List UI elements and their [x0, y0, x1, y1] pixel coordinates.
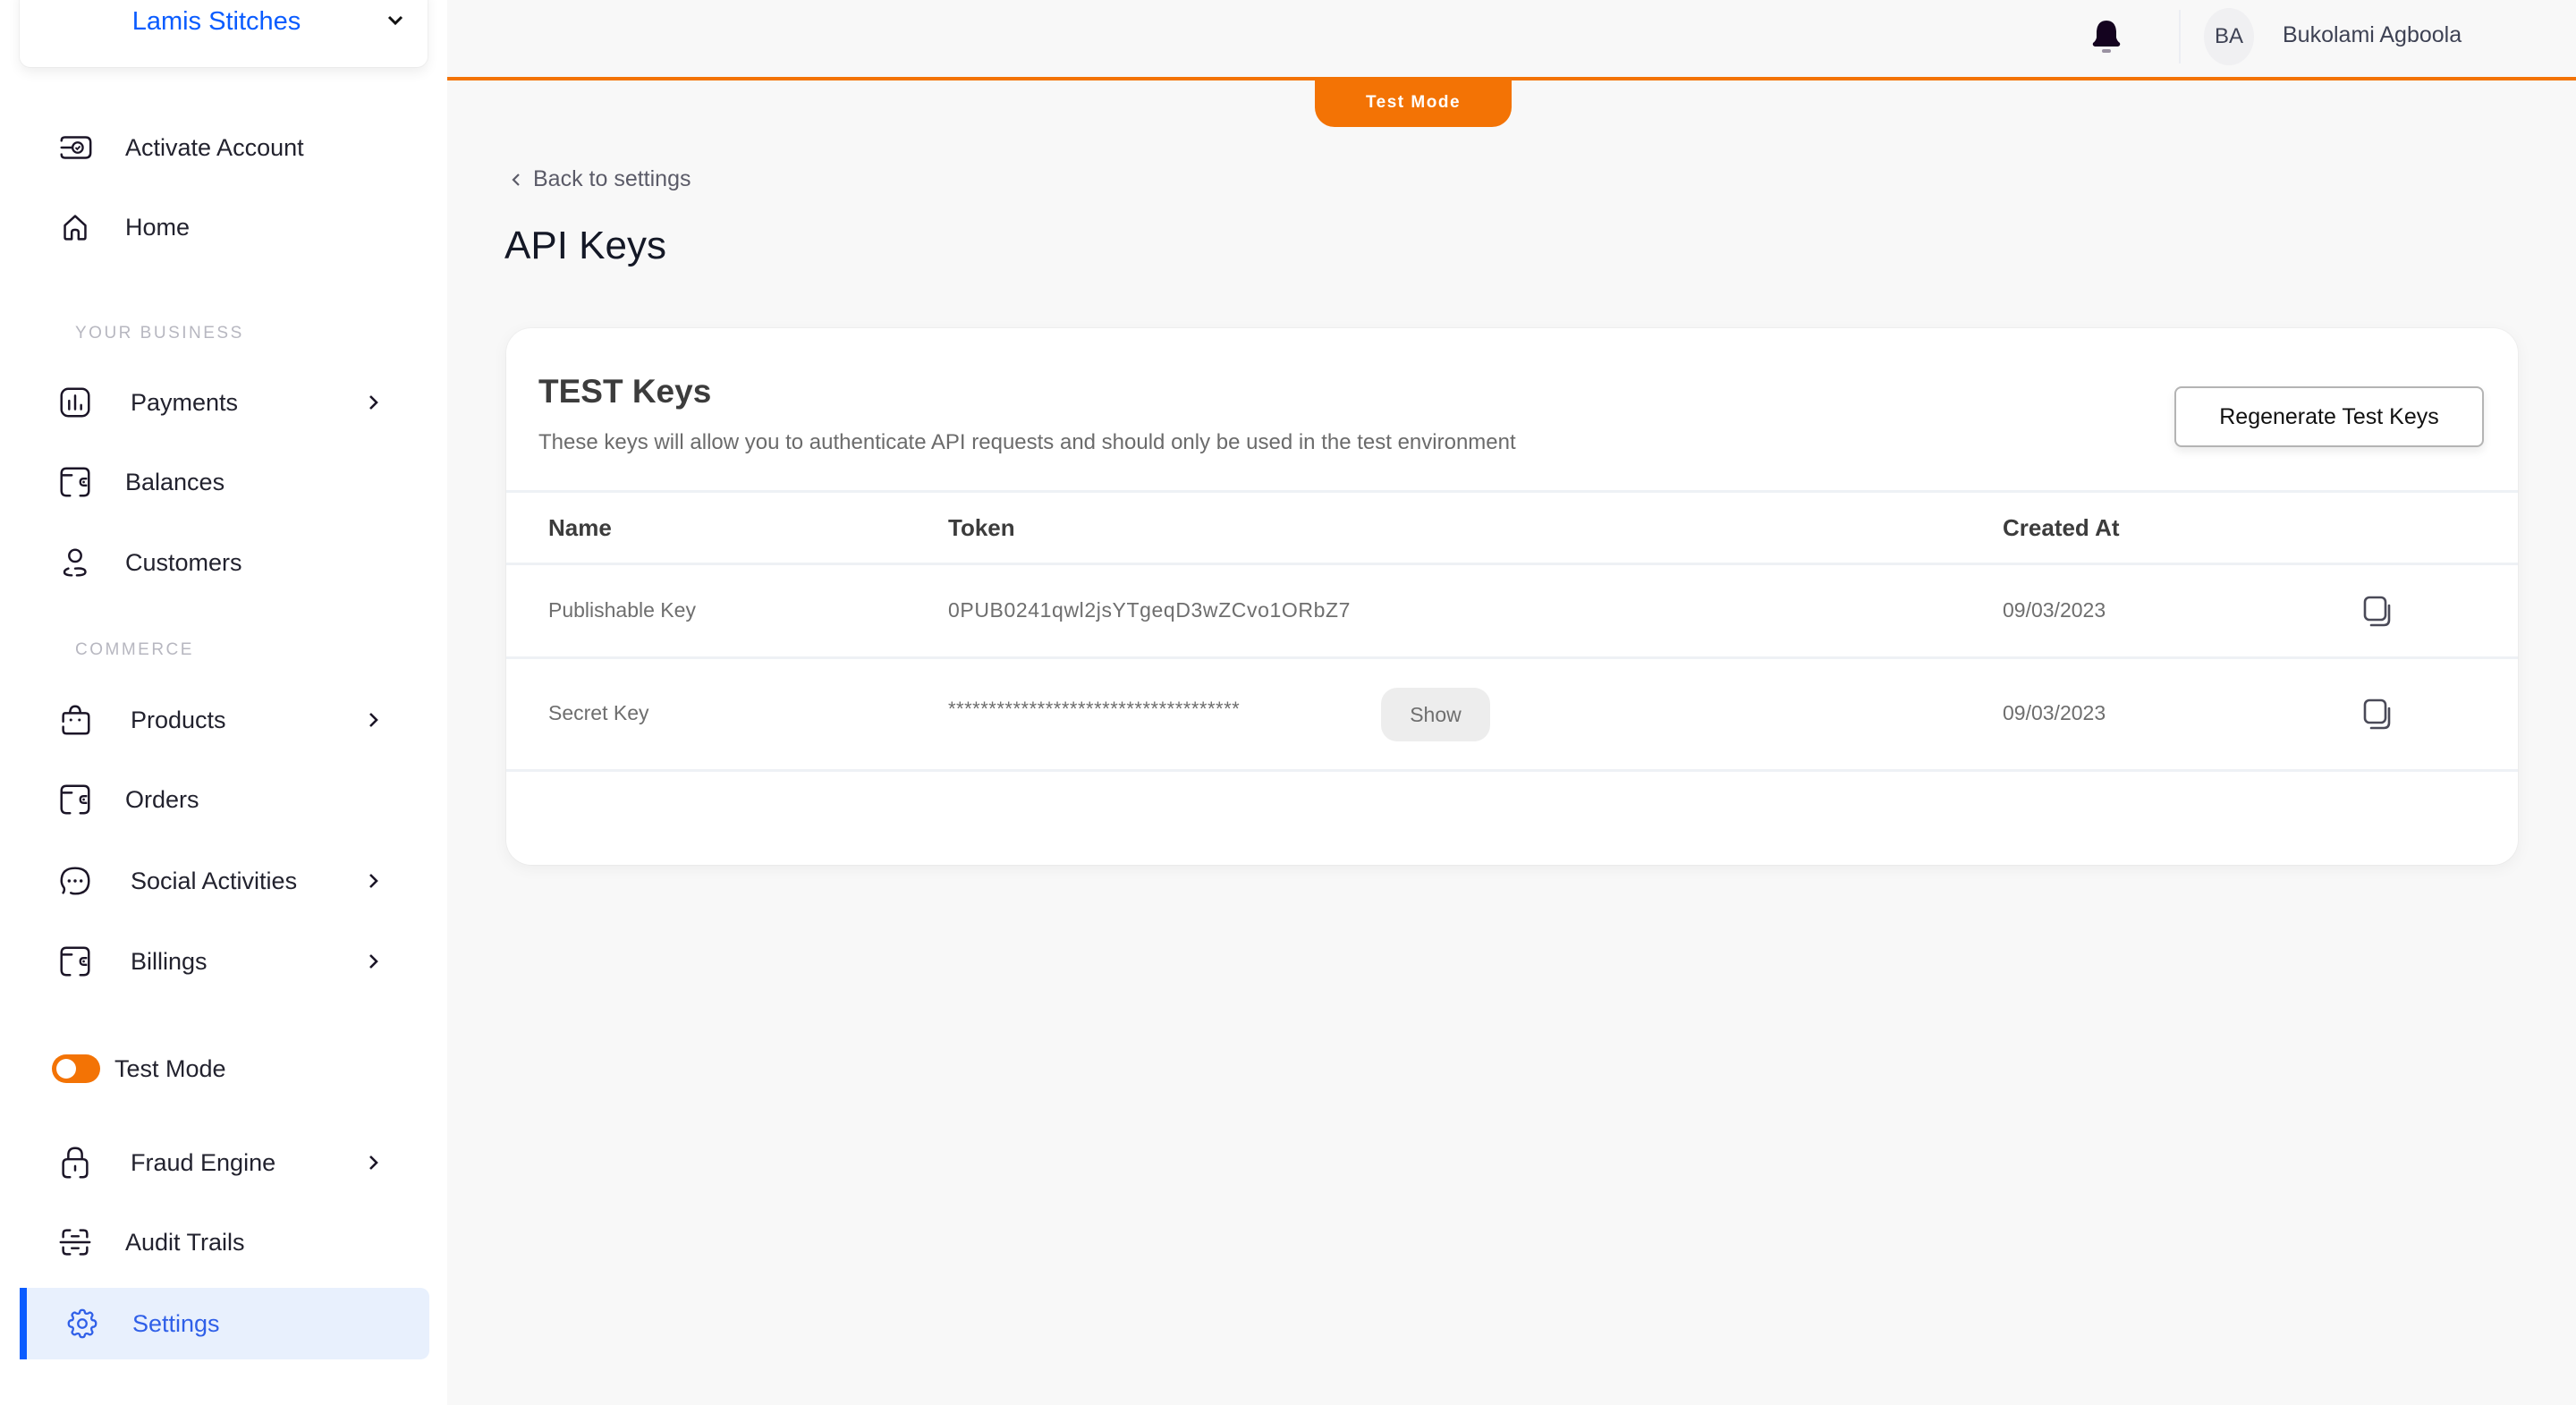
user-icon [55, 543, 95, 582]
sidebar-item-home[interactable]: Home [20, 191, 429, 263]
bell-icon[interactable] [2089, 18, 2124, 55]
sidebar-item-products[interactable]: Products [20, 684, 429, 756]
sidebar-item-balances[interactable]: Balances [20, 446, 429, 518]
home-icon [55, 207, 95, 247]
chevron-right-icon [369, 954, 378, 969]
chevron-right-icon [369, 874, 378, 888]
test-mode-label: Test Mode [114, 1054, 226, 1082]
chevron-right-icon [369, 395, 378, 410]
masked-key-token: ************************************ [948, 698, 1241, 720]
sidebar-item-billings[interactable]: Billings [20, 926, 429, 997]
sidebar-item-orders[interactable]: Orders [20, 764, 429, 835]
sidebar: Lamis Stitches Activate Account Home YOU… [0, 0, 447, 1405]
sidebar-item-label: Billings [131, 947, 208, 975]
chevron-right-icon [369, 713, 378, 727]
copy-icon[interactable] [2362, 698, 2393, 730]
chart-icon [55, 383, 95, 422]
shopping-bag-icon [55, 700, 95, 740]
sidebar-item-label: Balances [125, 468, 225, 495]
section-label-your-business: YOUR BUSINESS [75, 324, 244, 343]
key-name: Secret Key [548, 701, 649, 724]
chevron-right-icon [369, 1155, 378, 1170]
gear-icon [63, 1304, 102, 1343]
key-created-at: 09/03/2023 [2003, 598, 2106, 622]
sidebar-item-label: Orders [125, 785, 199, 813]
sidebar-item-activate-account[interactable]: Activate Account [20, 112, 429, 183]
lock-icon [55, 1143, 95, 1182]
sidebar-item-label: Products [131, 706, 226, 733]
sidebar-item-label: Social Activities [131, 867, 298, 894]
column-header-token: Token [948, 514, 1015, 541]
toggle-knob [56, 1059, 76, 1079]
sidebar-item-settings[interactable]: Settings [20, 1288, 429, 1359]
key-token: 0PUB0241qwl2jsYTgeqD3wZCvo1ORbZ7 [948, 598, 1352, 622]
section-label-commerce: COMMERCE [75, 640, 194, 659]
card-title: TEST Keys [538, 373, 712, 410]
sidebar-item-fraud-engine[interactable]: Fraud Engine [20, 1127, 429, 1198]
header-divider [2179, 10, 2181, 63]
page-title: API Keys [504, 224, 666, 267]
divider [506, 656, 2518, 659]
copy-icon[interactable] [2362, 595, 2393, 627]
back-to-settings-link[interactable]: Back to settings [510, 166, 691, 192]
sidebar-item-audit-trails[interactable]: Audit Trails [20, 1206, 429, 1278]
column-header-created-at: Created At [2003, 514, 2120, 541]
test-keys-card: TEST Keys These keys will allow you to a… [506, 328, 2518, 865]
chevron-down-icon [387, 15, 403, 26]
test-mode-indicator-line [447, 77, 2576, 80]
sidebar-item-payments[interactable]: Payments [20, 367, 429, 438]
wallet-icon [55, 780, 95, 819]
column-header-name: Name [548, 514, 612, 541]
sidebar-item-social-activities[interactable]: Social Activities [20, 845, 429, 917]
sidebar-item-label: Fraud Engine [131, 1148, 276, 1176]
sidebar-item-label: Payments [131, 388, 239, 416]
scan-icon [55, 1223, 95, 1262]
card-description: These keys will allow you to authenticat… [538, 430, 1516, 454]
sidebar-item-label: Customers [125, 548, 242, 576]
activate-account-icon [55, 128, 95, 167]
business-name: Lamis Stitches [131, 7, 301, 36]
business-switcher[interactable]: Lamis Stitches [20, 0, 428, 67]
show-secret-key-button[interactable]: Show [1381, 688, 1490, 741]
test-mode-toggle[interactable] [52, 1054, 100, 1083]
test-mode-badge: Test Mode [1315, 79, 1512, 127]
key-created-at: 09/03/2023 [2003, 701, 2106, 724]
sidebar-item-label: Audit Trails [125, 1228, 245, 1256]
back-link-label: Back to settings [533, 166, 691, 191]
test-mode-toggle-row: Test Mode [52, 1048, 226, 1089]
divider [506, 769, 2518, 772]
divider [506, 563, 2518, 565]
key-name: Publishable Key [548, 598, 696, 622]
top-bar [447, 0, 2576, 78]
divider [506, 490, 2518, 493]
user-name[interactable]: Bukolami Agboola [2283, 22, 2462, 48]
sidebar-item-label: Activate Account [125, 133, 304, 161]
chat-bubble-icon [55, 861, 95, 901]
regenerate-test-keys-button[interactable]: Regenerate Test Keys [2174, 386, 2484, 447]
wallet-icon [55, 942, 95, 981]
chevron-left-icon [512, 173, 520, 186]
wallet-icon [55, 462, 95, 502]
avatar[interactable]: BA [2204, 8, 2254, 65]
sidebar-item-label: Home [125, 213, 191, 241]
sidebar-item-label: Settings [132, 1309, 220, 1337]
sidebar-item-customers[interactable]: Customers [20, 527, 429, 598]
